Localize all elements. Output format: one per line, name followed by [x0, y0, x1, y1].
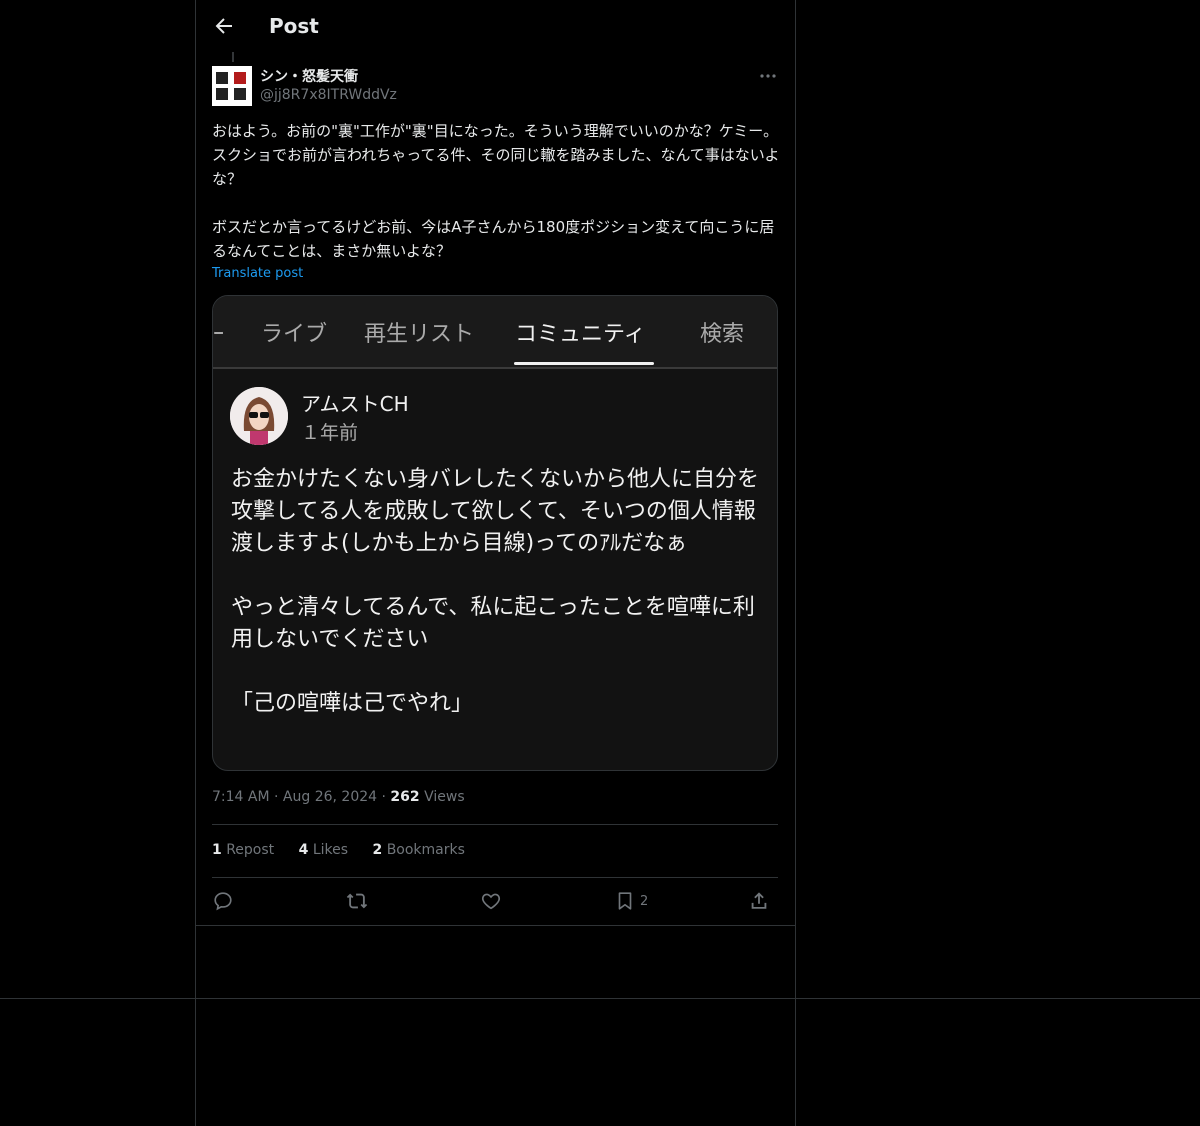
page-title: Post [269, 14, 319, 38]
page-divider [0, 998, 1200, 999]
reply-button[interactable] [212, 889, 234, 913]
back-arrow-icon[interactable] [212, 14, 236, 38]
screenshot-tab-live: ライブ [261, 322, 328, 347]
author-name[interactable]: シン・怒髪天衝 [260, 66, 358, 86]
repost-stat[interactable]: 1 Repost [212, 842, 274, 858]
community-paragraph: お金かけたくない身バレしたくないから他人に自分を攻撃してる人を成敗して欲しくて、… [231, 467, 760, 556]
community-paragraph: やっと清々してるんで、私に起こったことを喧嘩に利用しないでください [231, 595, 755, 652]
community-body: お金かけたくない身バレしたくないから他人に自分を攻撃してる人を成敗して欲しくて、… [231, 464, 761, 720]
screenshot-tab-bar: ｰ ライブ 再生リスト コミュニティ 検索 [213, 296, 777, 369]
main-column: Post シン・怒髪天衝 @jj8R7x8ITRWddVz おはよう。お前の"裏… [195, 0, 796, 1126]
community-time: １年前 [301, 422, 359, 444]
bookmark-count: 2 [640, 893, 649, 909]
bookmark-button[interactable]: 2 [614, 889, 648, 913]
author-handle[interactable]: @jj8R7x8ITRWddVz [260, 87, 397, 103]
share-button[interactable] [748, 889, 770, 913]
divider [212, 824, 778, 825]
post-paragraph: ボスだとか言ってるけどお前、今はA子さんから180度ポジション変えて向こうに居る… [212, 218, 775, 260]
post-meta: 7:14 AM · Aug 26, 2024 · 262 Views [212, 789, 465, 805]
repost-icon [346, 893, 368, 909]
post-paragraph: おはよう。お前の"裏"工作が"裏"目になった。そういう理解でいいのかな？ケミー。… [212, 122, 780, 188]
action-bar: 2 [212, 889, 778, 913]
media-screenshot[interactable]: ｰ ライブ 再生リスト コミュニティ 検索 アムストCH １年前 お金かけたくな… [212, 295, 778, 771]
screenshot-tab-community: コミュニティ [515, 322, 646, 347]
screenshot-tab-playlist: 再生リスト [364, 322, 475, 347]
likes-stat[interactable]: 4 Likes [299, 842, 348, 858]
post-date[interactable]: Aug 26, 2024 [283, 789, 377, 805]
post-time[interactable]: 7:14 AM [212, 789, 270, 805]
divider [212, 877, 778, 878]
thread-line [232, 52, 234, 62]
views-count: 262 [390, 789, 420, 805]
views-label: Views [424, 789, 465, 805]
translate-post-link[interactable]: Translate post [212, 266, 303, 281]
bookmark-icon [618, 892, 632, 910]
bookmarks-stat[interactable]: 2 Bookmarks [372, 842, 464, 858]
community-paragraph: 「己の喧嘩は己でやれ」 [231, 691, 474, 716]
screenshot-tab-search: 検索 [700, 322, 745, 347]
more-options-icon[interactable] [758, 68, 778, 84]
heart-icon [481, 893, 501, 910]
post-text: おはよう。お前の"裏"工作が"裏"目になった。そういう理解でいいのかな？ケミー。… [212, 119, 782, 263]
screenshot-tab-underline [514, 362, 654, 365]
avatar[interactable] [212, 66, 252, 106]
community-avatar [230, 387, 288, 445]
screenshot-tab-divider [213, 367, 777, 369]
reply-icon [214, 892, 232, 911]
screenshot-tab-cut-icon: ｰ [213, 322, 225, 347]
post-bottom-divider [195, 925, 795, 926]
share-icon [751, 892, 767, 909]
like-button[interactable] [480, 889, 502, 913]
repost-button[interactable] [346, 889, 368, 913]
community-author: アムストCH [301, 392, 409, 416]
header: Post [196, 0, 795, 54]
post-stats: 1 Repost 4 Likes 2 Bookmarks [212, 842, 485, 858]
